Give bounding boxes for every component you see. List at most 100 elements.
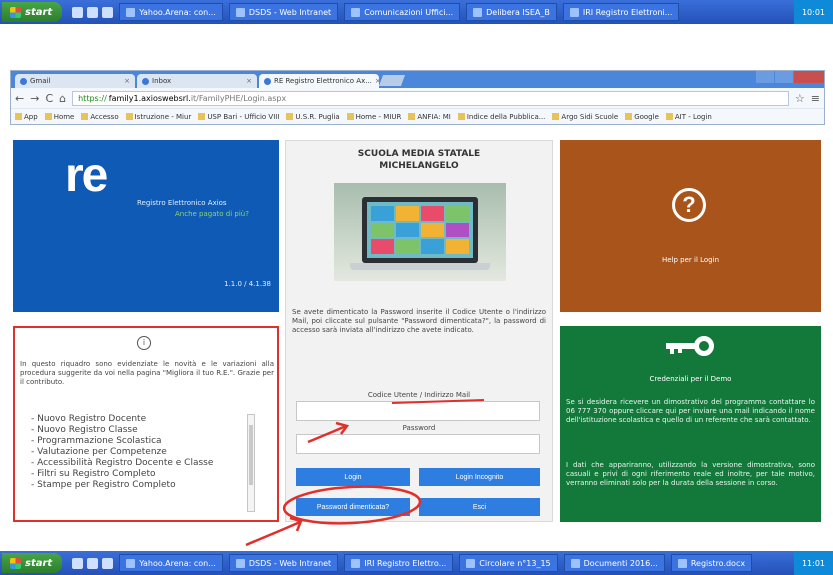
list-item: - Valutazione per Competenze (31, 447, 167, 457)
bookmark-item[interactable]: Home (44, 113, 74, 121)
clock: 10:01 (801, 7, 825, 17)
list-item: - Accessibilità Registro Docente e Class… (31, 458, 214, 468)
app-icon (570, 558, 580, 568)
close-icon[interactable]: × (124, 77, 130, 85)
bookmark-item[interactable]: Home - MIUR (346, 113, 401, 121)
laptop-base (350, 263, 490, 270)
demo-credentials-tile: Credenziali per il Demo Se si desidera r… (560, 326, 821, 522)
bookmark-item[interactable]: Google (625, 113, 659, 121)
tab-inbox[interactable]: Inbox × (137, 74, 257, 88)
bookmark-item[interactable]: Accesso (81, 113, 119, 121)
windows-flag-icon (10, 557, 21, 569)
start-button[interactable]: start (2, 553, 63, 573)
minimize-button[interactable] (756, 71, 774, 83)
folder-icon (198, 113, 206, 120)
taskbar-item[interactable]: Documenti 2016... (563, 554, 665, 572)
bookmark-item[interactable]: Indice della Pubblica... (457, 113, 545, 121)
exit-button[interactable]: Esci (419, 498, 540, 516)
browser-window: Gmail × Inbox × RE Registro Elettronico Ax… (10, 70, 825, 125)
bookmark-item[interactable]: ANFIA: MI (408, 113, 451, 121)
news-scrollbar[interactable] (247, 414, 255, 512)
star-icon[interactable]: ☆ (795, 92, 805, 105)
home-icon[interactable]: ⌂ (59, 92, 66, 105)
taskbar-top: start Yahoo.Arena: con... DSDS - Web Int… (0, 0, 833, 24)
bookmark-item[interactable]: App (15, 113, 38, 121)
ie-icon[interactable] (72, 6, 84, 18)
start-label: start (25, 6, 53, 18)
app-icon (466, 558, 476, 568)
gmail-icon (20, 77, 27, 85)
taskbar-item[interactable]: Comunicazioni Uffici... (344, 3, 461, 21)
start-label: start (25, 557, 53, 569)
bookmarks-bar: App Home Accesso Istruzione - Miur USP B… (11, 108, 824, 124)
cred-text-notice: I dati che appariranno, utilizzando la v… (566, 461, 815, 487)
url-scheme: https:// (78, 93, 107, 103)
url-path: it/FamilyPHE/Login.aspx (190, 93, 287, 103)
taskbar-bottom: start Yahoo.Arena: con... DSDS - Web Int… (0, 551, 833, 575)
menu-icon[interactable]: ≡ (811, 92, 820, 105)
desktop-icon[interactable] (87, 557, 99, 569)
folder-icon (665, 113, 673, 120)
key-icon (666, 336, 714, 356)
app-icon (569, 7, 579, 17)
taskbar-item[interactable]: IRI Registro Elettroni... (562, 3, 680, 21)
forgot-password-instructions: Se avete dimenticato la Password inserit… (292, 308, 546, 334)
reload-icon[interactable]: C (45, 92, 53, 105)
forward-arrow-icon[interactable]: → (30, 92, 39, 105)
window-close-button[interactable] (794, 71, 824, 83)
back-arrow-icon[interactable]: ← (15, 92, 24, 105)
taskbar-item[interactable]: Circolare n°13_15 (459, 554, 558, 572)
taskbar-item[interactable]: IRI Registro Elettro... (344, 554, 454, 572)
help-login-tile[interactable]: ? Help per il Login (560, 140, 821, 312)
user-field-label: Codice Utente / Indirizzo Mail (367, 391, 471, 399)
taskbar-item[interactable]: DSDS - Web Intranet (228, 3, 339, 21)
news-panel: i In questo riquadro sono evidenziate le… (13, 326, 279, 522)
bookmark-item[interactable]: AIT - Login (665, 113, 712, 121)
taskbar-item[interactable]: Registro.docx (670, 554, 753, 572)
login-button[interactable]: Login (296, 468, 410, 486)
list-item: - Filtri su Registro Completo (31, 469, 156, 479)
bookmark-item[interactable]: Argo Sidi Scuole (552, 113, 618, 121)
close-icon[interactable]: × (375, 77, 379, 85)
folder-icon (44, 113, 52, 120)
re-version: 1.1.0 / 4.1.38 (224, 280, 271, 288)
system-tray: 11:01 (793, 551, 833, 575)
user-code-input[interactable] (296, 401, 540, 421)
taskbar-item[interactable]: Yahoo.Arena: con... (119, 554, 223, 572)
folder-icon (286, 113, 294, 120)
ie-icon[interactable] (72, 557, 84, 569)
login-panel: SCUOLA MEDIA STATALE MICHELANGELO Se ave… (285, 140, 553, 522)
taskbar-item[interactable]: Yahoo.Arena: con... (119, 3, 223, 21)
scroll-thumb[interactable] (249, 425, 253, 485)
address-bar[interactable]: https:// family1.axioswebsrl. it/FamilyP… (72, 90, 789, 106)
quick-launch (72, 557, 114, 569)
taskbar-item[interactable]: Delibera ISEA_B (466, 3, 557, 21)
password-input[interactable] (296, 434, 540, 454)
system-tray: 10:01 (793, 0, 833, 24)
password-field-label: Password (402, 424, 436, 432)
tab-registro[interactable]: RE Registro Elettronico Ax... × (259, 74, 379, 88)
media-icon[interactable] (102, 6, 114, 18)
list-item: - Stampe per Registro Completo (31, 480, 176, 490)
url-host: family1.axioswebsrl. (108, 93, 191, 103)
new-tab-button[interactable] (378, 75, 406, 86)
close-icon[interactable]: × (246, 77, 252, 85)
cred-title: Credenziali per il Demo (649, 375, 732, 383)
re-info-link[interactable]: Anche pagato di più? (175, 210, 249, 218)
folder-icon (15, 113, 22, 120)
tab-gmail[interactable]: Gmail × (15, 74, 135, 88)
taskbar-item[interactable]: DSDS - Web Intranet (228, 554, 339, 572)
maximize-button[interactable] (775, 71, 793, 83)
laptop-illustration (334, 183, 506, 281)
bookmark-item[interactable]: Istruzione - Miur (125, 113, 191, 121)
app-icon (351, 7, 361, 17)
bookmark-item[interactable]: USP Bari - Ufficio VIII (198, 113, 279, 121)
media-icon[interactable] (102, 557, 114, 569)
start-button[interactable]: start (2, 2, 63, 22)
list-item: - Programmazione Scolastica (31, 436, 162, 446)
login-incognito-button[interactable]: Login Incognito (419, 468, 540, 486)
forgot-password-button[interactable]: Password dimenticata? (296, 498, 410, 516)
desktop-icon[interactable] (87, 6, 99, 18)
re-logo: re (65, 149, 108, 202)
bookmark-item[interactable]: U.S.R. Puglia (286, 113, 340, 121)
